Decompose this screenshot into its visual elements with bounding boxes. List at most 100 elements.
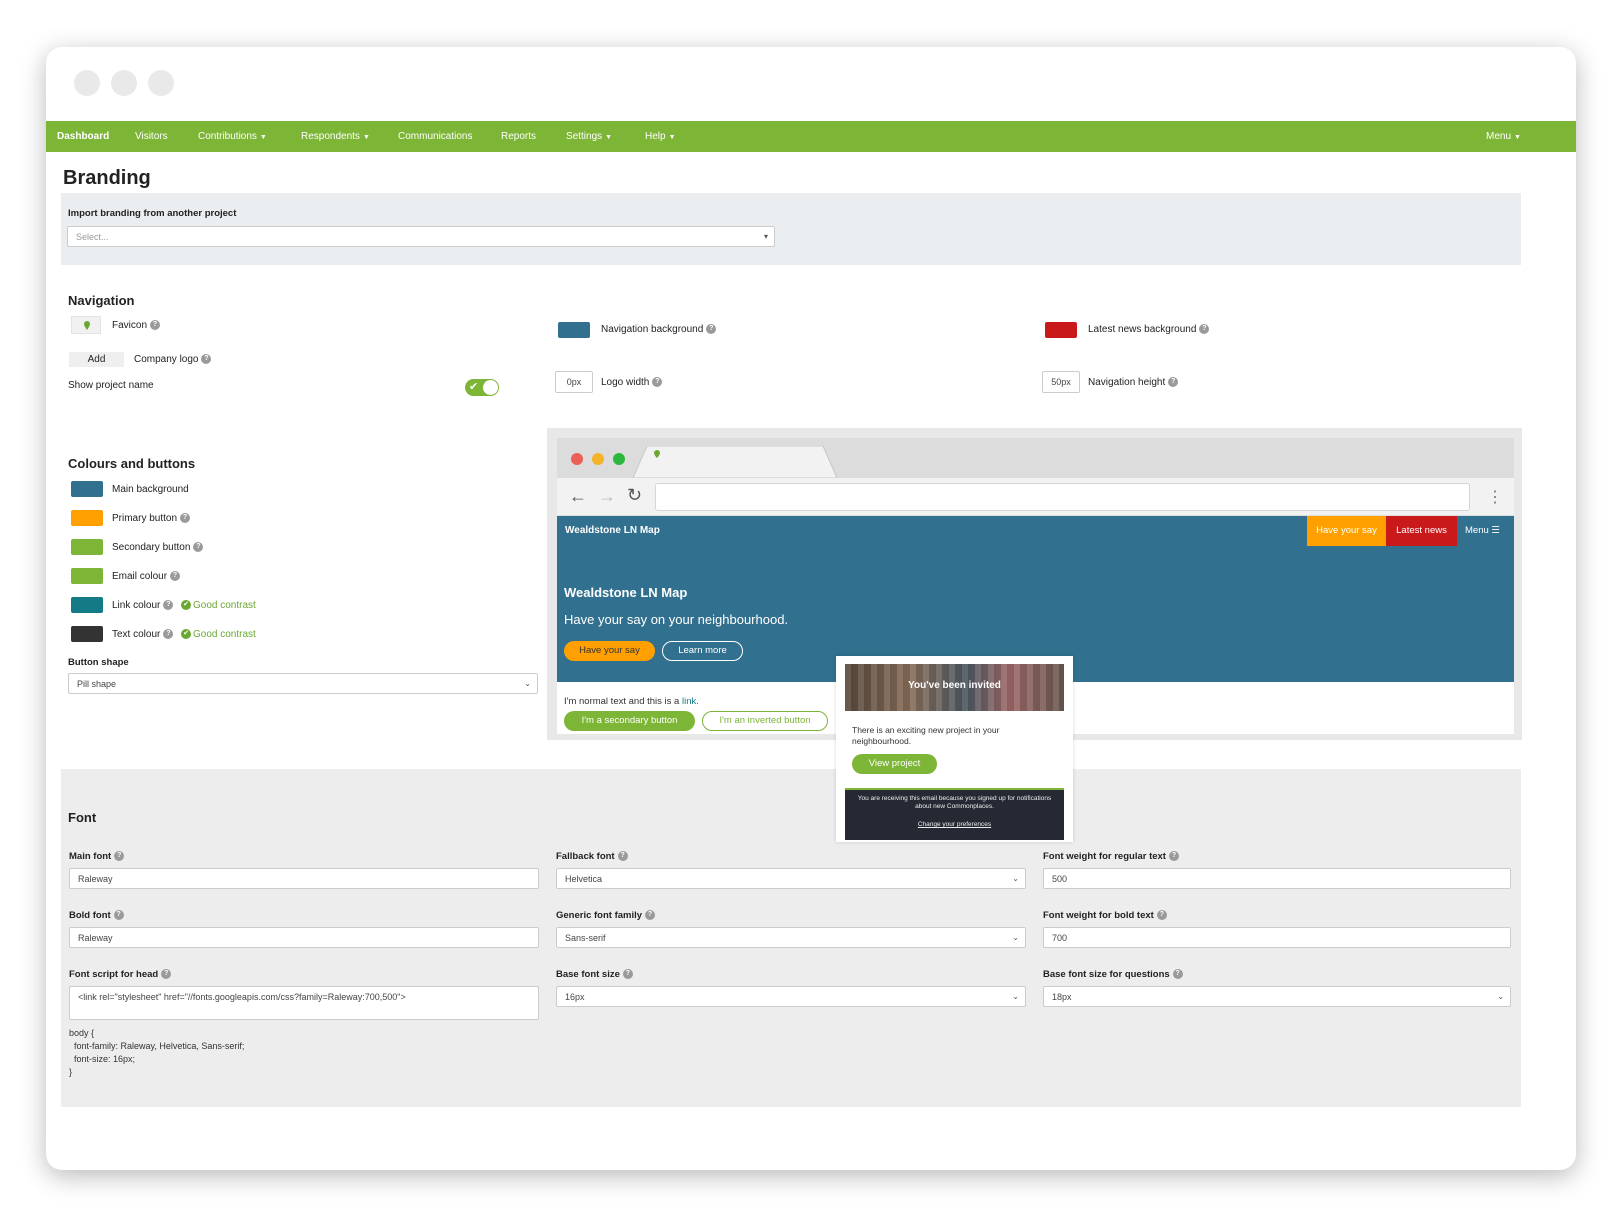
css-line: font-family: Raleway, Helvetica, Sans-se… — [69, 1041, 245, 1051]
show-project-name-toggle[interactable]: ✔ — [465, 379, 499, 396]
email-colour-swatch[interactable] — [71, 568, 103, 584]
help-icon[interactable]: ? — [1199, 324, 1210, 335]
logo-width-input[interactable]: 0px — [555, 371, 593, 393]
chevron-down-icon: ⌄ — [524, 679, 531, 688]
latest-news-swatch[interactable] — [1045, 322, 1077, 338]
help-icon[interactable]: ? — [1168, 851, 1179, 862]
link-colour-label: Link colour? — [112, 600, 174, 611]
nav-item-settings[interactable]: Settings ▼ — [566, 121, 612, 152]
preview-link: link. — [681, 696, 699, 707]
help-icon[interactable]: ? — [163, 629, 174, 640]
main-background-swatch[interactable] — [71, 481, 103, 497]
preview-address-bar — [655, 483, 1470, 511]
forward-arrow-icon: → — [598, 486, 616, 506]
weight-bold-label: Font weight for bold text? — [1043, 910, 1167, 921]
nav-item-help[interactable]: Help ▼ — [645, 121, 676, 152]
button-shape-select[interactable]: Pill shape ⌄ — [68, 673, 538, 694]
fallback-font-value: Helvetica — [565, 874, 603, 884]
text-contrast-status: ✔ Good contrast — [181, 629, 256, 640]
help-icon[interactable]: ? — [706, 324, 717, 335]
primary-button-swatch[interactable] — [71, 510, 103, 526]
secondary-button-label: Secondary button? — [112, 542, 204, 553]
help-icon[interactable]: ? — [170, 571, 181, 582]
generic-family-select[interactable]: Sans-serif ⌄ — [556, 927, 1026, 948]
nav-height-input[interactable]: 50px — [1042, 371, 1080, 393]
help-icon[interactable]: ? — [617, 851, 628, 862]
nav-menu[interactable]: Menu ▼ — [1486, 121, 1521, 152]
browser-window: Dashboard Visitors Contributions ▼ Respon… — [46, 47, 1576, 1170]
css-preview: body { font-family: Raleway, Helvetica, … — [69, 1027, 244, 1079]
question-font-size-label: Base font size for questions? — [1043, 969, 1183, 980]
nav-item-visitors[interactable]: Visitors — [135, 121, 168, 152]
fallback-font-select[interactable]: Helvetica ⌄ — [556, 868, 1026, 889]
add-logo-button[interactable]: Add — [69, 352, 124, 367]
chevron-down-icon: ⌄ — [1497, 992, 1504, 1001]
help-icon[interactable]: ? — [163, 600, 174, 611]
help-icon[interactable]: ? — [1156, 910, 1167, 921]
nav-item-communications[interactable]: Communications — [398, 121, 472, 152]
preview-inverted-button: I'm an inverted button — [702, 711, 828, 731]
question-font-size-select[interactable]: 18px ⌄ — [1043, 986, 1511, 1007]
chevron-down-icon: ⌄ — [1012, 874, 1019, 883]
favicon-preview[interactable] — [71, 316, 101, 334]
help-icon[interactable]: ? — [645, 910, 656, 921]
main-background-label: Main background — [112, 484, 189, 495]
css-line: font-size: 16px; — [69, 1054, 136, 1064]
nav-height-label: Navigation height? — [1088, 377, 1179, 388]
nav-background-swatch[interactable] — [558, 322, 590, 338]
help-icon[interactable]: ? — [180, 513, 191, 524]
preview-primary-button: Have your say — [564, 641, 655, 661]
help-icon[interactable]: ? — [150, 320, 161, 331]
generic-family-label: Generic font family? — [556, 910, 656, 921]
nav-item-contributions[interactable]: Contributions ▼ — [198, 121, 267, 152]
caret-down-icon: ▼ — [668, 134, 676, 141]
base-font-size-select[interactable]: 16px ⌄ — [556, 986, 1026, 1007]
preview-minimize-dot — [592, 453, 604, 465]
logo-width-label: Logo width? — [601, 377, 663, 388]
font-script-textarea[interactable]: <link rel="stylesheet" href="//fonts.goo… — [69, 986, 539, 1020]
preview-body-text: I'm normal text and this is a link. — [564, 696, 699, 707]
favicon-label: Favicon? — [112, 320, 161, 331]
nav-item-reports[interactable]: Reports — [501, 121, 536, 152]
link-colour-swatch[interactable] — [71, 597, 103, 613]
help-icon[interactable]: ? — [652, 377, 663, 388]
nav-background-label: Navigation background? — [601, 324, 717, 335]
button-shape-value: Pill shape — [77, 679, 117, 689]
css-line: body { — [69, 1028, 95, 1038]
help-icon[interactable]: ? — [161, 969, 172, 980]
help-icon[interactable]: ? — [114, 851, 125, 862]
window-dot-minimize[interactable] — [111, 70, 137, 96]
email-footer-text: You are receiving this email because you… — [857, 795, 1052, 810]
nav-item-respondents[interactable]: Respondents ▼ — [301, 121, 370, 152]
show-project-name-label: Show project name — [68, 380, 154, 391]
weight-regular-input[interactable]: 500 — [1043, 868, 1511, 889]
import-select[interactable]: Select... ▾ — [67, 226, 775, 247]
help-icon[interactable]: ? — [622, 969, 633, 980]
window-dot-maximize[interactable] — [148, 70, 174, 96]
window-dot-close[interactable] — [74, 70, 100, 96]
preview-site-name: Wealdstone LN Map — [565, 525, 660, 536]
css-line: } — [69, 1067, 73, 1077]
colours-heading: Colours and buttons — [68, 456, 196, 471]
caret-down-icon: ▼ — [605, 134, 613, 141]
weight-regular-label: Font weight for regular text? — [1043, 851, 1179, 862]
bold-font-input[interactable]: Raleway — [69, 927, 539, 948]
secondary-button-swatch[interactable] — [71, 539, 103, 555]
hamburger-icon: ☰ — [1491, 525, 1500, 536]
check-circle-icon: ✔ — [181, 629, 191, 640]
text-colour-swatch[interactable] — [71, 626, 103, 642]
weight-bold-input[interactable]: 700 — [1043, 927, 1511, 948]
preview-close-dot — [571, 453, 583, 465]
help-icon[interactable]: ? — [1172, 969, 1183, 980]
nav-item-dashboard[interactable]: Dashboard — [57, 121, 109, 152]
check-circle-icon: ✔ — [181, 600, 191, 611]
chevron-down-icon: ⌄ — [1012, 992, 1019, 1001]
kebab-menu-icon: ⋮ — [1487, 489, 1503, 506]
help-icon[interactable]: ? — [193, 542, 204, 553]
help-icon[interactable]: ? — [201, 354, 212, 365]
main-font-input[interactable]: Raleway — [69, 868, 539, 889]
latest-news-label: Latest news background? — [1088, 324, 1210, 335]
primary-button-label: Primary button? — [112, 513, 191, 524]
help-icon[interactable]: ? — [1168, 377, 1179, 388]
help-icon[interactable]: ? — [113, 910, 124, 921]
